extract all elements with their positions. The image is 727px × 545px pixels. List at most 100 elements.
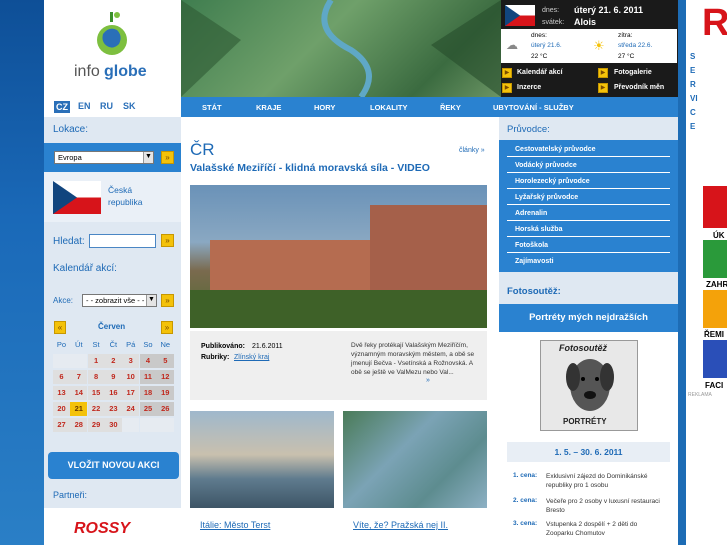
- prev-month-button[interactable]: «: [54, 321, 66, 334]
- calendar-day[interactable]: 20: [53, 402, 70, 416]
- ad-banner[interactable]: R SERVICE ÚK ZAHR ŘEMI FACI REKLAMA: [686, 0, 727, 545]
- calendar-day[interactable]: 30: [104, 418, 122, 432]
- thumb-prague-image[interactable]: [343, 411, 487, 508]
- lokace-label: Lokace:: [53, 124, 89, 135]
- calendar-day[interactable]: 8: [87, 370, 105, 384]
- thumb-trieste-title[interactable]: Itálie: Město Terst: [200, 520, 270, 530]
- thumb-prague-title[interactable]: Víte, že? Pražská nej II.: [353, 520, 448, 530]
- czech-flag-icon: [505, 5, 535, 26]
- poster-bottom: PORTRÉTY: [563, 417, 607, 426]
- calendar-day[interactable]: 10: [122, 370, 140, 384]
- rubric-link[interactable]: Zlínský kraj: [234, 354, 269, 361]
- guide-item-curiosities[interactable]: Zajímavosti: [507, 254, 670, 269]
- calendar-day[interactable]: 6: [53, 370, 70, 384]
- calendar-day[interactable]: 17: [122, 386, 140, 400]
- events-go-button[interactable]: »: [161, 294, 174, 307]
- thumb-trieste-image[interactable]: [190, 411, 334, 508]
- guide-item-water[interactable]: Vodácký průvodce: [507, 158, 670, 173]
- logo[interactable]: info globe: [44, 0, 181, 97]
- calendar-day[interactable]: 2: [104, 354, 122, 368]
- calendar-day[interactable]: 3: [122, 354, 140, 368]
- region-select[interactable]: Evropa ▼: [54, 151, 154, 164]
- link-gallery[interactable]: Fotogalerie: [614, 69, 652, 76]
- forecast-today-day: úterý 21.6.: [531, 42, 562, 49]
- search-input[interactable]: [89, 234, 156, 248]
- calendar-day[interactable]: 19: [156, 386, 174, 400]
- calendar-day[interactable]: 11: [139, 370, 157, 384]
- calendar-day[interactable]: 7: [70, 370, 88, 384]
- lang-en[interactable]: EN: [78, 101, 91, 111]
- calendar-day[interactable]: 23: [104, 402, 122, 416]
- ad-label-3: ŘEMI: [704, 330, 724, 339]
- calendar-day[interactable]: 22: [87, 402, 105, 416]
- calendar-day[interactable]: 27: [53, 418, 70, 432]
- calendar-day[interactable]: 12: [156, 370, 174, 384]
- prize-2-text: Večeře pro 2 osoby v luxusní restauraci …: [546, 498, 660, 514]
- next-month-button[interactable]: »: [161, 321, 173, 334]
- arrow-icon: ▶: [598, 83, 608, 93]
- excerpt-more-link[interactable]: »: [426, 377, 430, 384]
- nav-stat[interactable]: STÁT: [202, 103, 222, 112]
- forecast-tomorrow-day: středa 22.6.: [618, 42, 653, 49]
- articles-link[interactable]: články »: [459, 147, 485, 154]
- calendar-day[interactable]: 25: [139, 402, 157, 416]
- guide-item-ski[interactable]: Lyžařský průvodce: [507, 190, 670, 205]
- lang-cz[interactable]: CZ: [54, 101, 70, 113]
- calendar-day: [122, 418, 140, 432]
- search-go-button[interactable]: »: [161, 234, 174, 247]
- calendar-day[interactable]: 4: [139, 354, 157, 368]
- prize-3-text: Vstupenka 2 dospělí + 2 děti do Zooparku…: [546, 521, 638, 537]
- guide-item-climbing[interactable]: Horolezecký průvodce: [507, 174, 670, 189]
- sun-icon: ☀: [593, 38, 605, 53]
- czech-flag-icon[interactable]: [53, 181, 101, 214]
- calendar-day[interactable]: 24: [122, 402, 140, 416]
- link-currency[interactable]: Převodník měn: [614, 84, 664, 91]
- nav-ubytovani[interactable]: UBYTOVÁNÍ - SLUŽBY: [493, 103, 574, 112]
- calendar-day[interactable]: 21: [70, 402, 88, 416]
- calendar-day[interactable]: 9: [104, 370, 122, 384]
- forecast-tomorrow-label: zítra:: [618, 32, 633, 39]
- calendar-day[interactable]: 26: [156, 402, 174, 416]
- ad-tile-green: [703, 240, 727, 278]
- nav-lokality[interactable]: LOKALITY: [370, 103, 408, 112]
- nav-reky[interactable]: ŘEKY: [440, 103, 461, 112]
- guide-label: Průvodce:: [507, 124, 550, 135]
- add-event-button[interactable]: VLOŽIT NOVOU AKCI: [48, 452, 179, 479]
- partner-logo[interactable]: ROSSY: [74, 520, 130, 538]
- link-ads[interactable]: Inzerce: [517, 84, 541, 91]
- country-name[interactable]: Česká republika: [108, 184, 168, 208]
- globe-icon: [97, 12, 127, 55]
- ad-label-2: ZAHR: [706, 280, 727, 289]
- building-photo: [190, 205, 487, 328]
- calendar-day[interactable]: 13: [53, 386, 70, 400]
- prize-3-label: 3. cena:: [513, 520, 538, 527]
- article-image[interactable]: [190, 185, 487, 328]
- nav-hory[interactable]: HORY: [314, 103, 335, 112]
- calendar-day[interactable]: 15: [87, 386, 105, 400]
- guide-item-mountain-rescue[interactable]: Horská služba: [507, 222, 670, 237]
- ad-vertical-text: SERVICE: [690, 52, 698, 131]
- guide-item-adrenaline[interactable]: Adrenalin: [507, 206, 670, 221]
- lang-sk[interactable]: SK: [123, 101, 136, 111]
- lang-ru[interactable]: RU: [100, 101, 113, 111]
- calendar-day[interactable]: 29: [87, 418, 105, 432]
- contest-poster[interactable]: Fotosoutěž PORTRÉTY: [540, 340, 638, 431]
- link-calendar[interactable]: Kalendář akcí: [517, 69, 563, 76]
- calendar-day[interactable]: 1: [87, 354, 105, 368]
- calendar-day[interactable]: 16: [104, 386, 122, 400]
- calendar-day[interactable]: 18: [139, 386, 157, 400]
- guide-item-photo-school[interactable]: Fotoškola: [507, 238, 670, 253]
- forecast-today-label: dnes:: [531, 32, 547, 39]
- page-background-right: [678, 0, 686, 545]
- guide-item-travel[interactable]: Cestovatelský průvodce: [507, 142, 670, 157]
- calendar-day[interactable]: 28: [70, 418, 88, 432]
- article-title[interactable]: Valašské Meziříčí - klidná moravská síla…: [190, 162, 430, 174]
- contest-title[interactable]: Portréty mých nejdražších: [499, 304, 678, 332]
- calendar-day[interactable]: 5: [156, 354, 174, 368]
- nav-kraje[interactable]: KRAJE: [256, 103, 281, 112]
- logo-text-info: info: [74, 63, 100, 80]
- region-go-button[interactable]: »: [161, 151, 174, 164]
- calendar-day[interactable]: 14: [70, 386, 88, 400]
- logo-text-globe: globe: [104, 63, 147, 80]
- events-select[interactable]: - - zobrazit vše - - ▼: [82, 294, 157, 307]
